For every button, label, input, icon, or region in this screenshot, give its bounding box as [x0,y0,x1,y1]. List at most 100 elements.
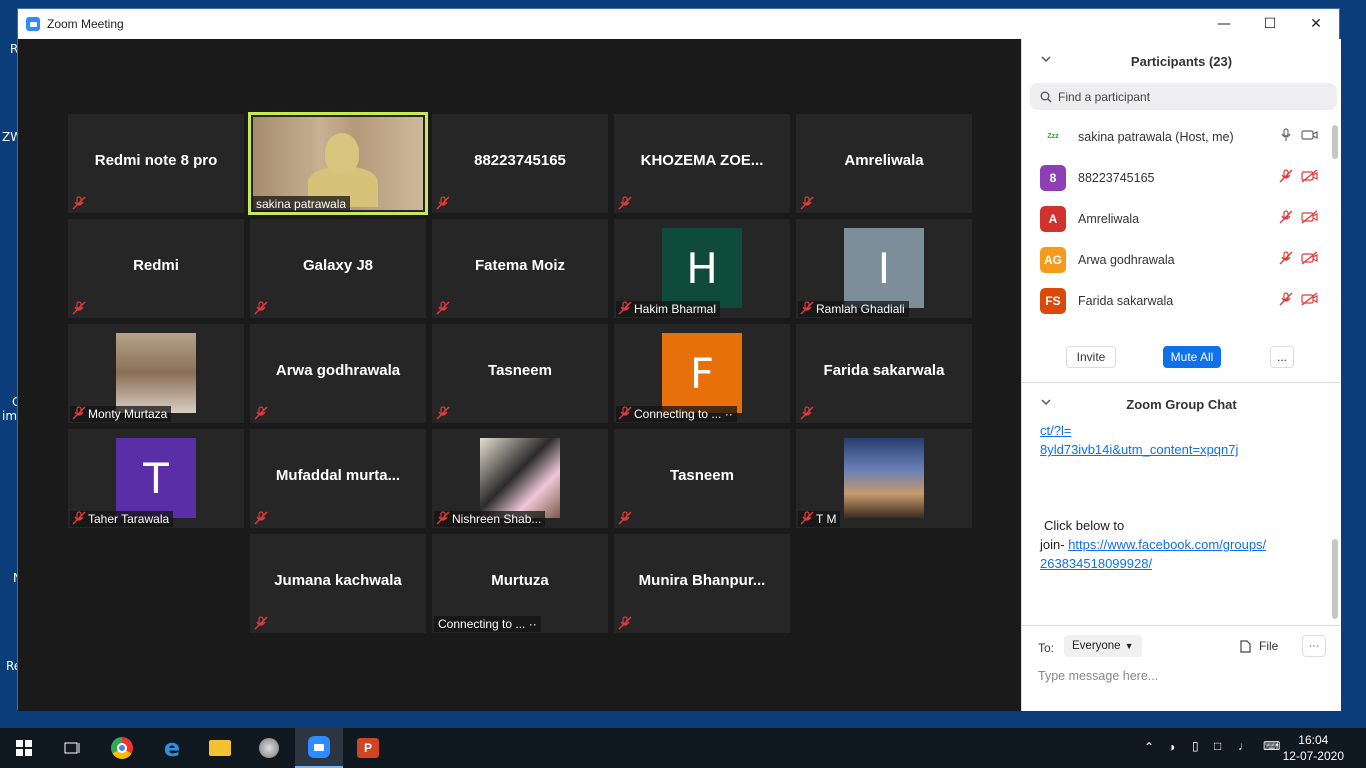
participant-row[interactable]: Zzz sakina patrawala (Host, me) [1022,116,1341,157]
participant-name: Tasneem [488,362,552,379]
participant-search[interactable]: Find a participant [1030,83,1337,110]
video-tile[interactable]: Jumana kachwala [250,534,426,633]
camera-off-icon[interactable] [1301,292,1319,311]
close-button[interactable]: ✕ [1293,9,1339,39]
camera-off-icon[interactable] [1301,210,1319,229]
zoom-taskbar-button[interactable] [295,728,343,768]
muted-mic-icon [800,406,814,420]
microphone-icon[interactable] [1279,128,1293,147]
powerpoint-taskbar-button[interactable]: P [344,728,392,768]
video-tile[interactable]: T Taher Tarawala [68,429,244,528]
task-view-button[interactable] [48,728,96,768]
video-tile[interactable]: Nishreen Shab... [432,429,608,528]
muted-mic-icon[interactable] [1279,251,1293,270]
chat-more-button[interactable]: ··· [1302,635,1326,657]
file-button[interactable]: File [1240,639,1278,653]
media-taskbar-button[interactable] [245,728,293,768]
edge-icon: e [163,734,181,762]
muted-mic-icon [800,196,814,210]
video-tile[interactable]: 88223745165 [432,114,608,213]
zoom-window: Zoom Meeting — ☐ ✕ Redmi note 8 pro sakin… [17,8,1341,711]
powerpoint-icon: P [357,738,379,758]
file-explorer-taskbar-button[interactable] [196,728,244,768]
participant-avatar: Zzz [1040,123,1066,150]
title-bar: Zoom Meeting — ☐ ✕ [18,9,1339,39]
start-button[interactable] [0,728,48,768]
participant-avatar: H [662,228,742,308]
devices-icon[interactable]: □ [1214,739,1221,753]
camera-off-icon[interactable] [1301,251,1319,270]
to-label: To: [1038,641,1055,655]
participant-name: Connecting to ... [634,407,722,421]
muted-mic-icon[interactable] [1279,210,1293,229]
chevron-down-icon[interactable] [1040,53,1052,65]
chat-link[interactable]: 8yld73ivb14i&utm_content=xpqn7j [1040,442,1238,457]
video-tile[interactable]: Murtuza Connecting to ... ·· [432,534,608,633]
facebook-link[interactable]: https://www.facebook.com/groups/ [1068,537,1266,552]
connecting-text: Connecting to ... [438,617,526,631]
chevron-down-icon: ▼ [1124,641,1134,651]
camera-off-icon[interactable] [1301,169,1319,188]
participant-row[interactable]: 8 88223745165 [1022,157,1341,198]
participant-avatar: F [662,333,742,413]
facebook-link[interactable]: 263834518099928/ [1040,556,1152,571]
video-tile[interactable]: Galaxy J8 [250,219,426,318]
participant-row[interactable]: A Amreliwala [1022,198,1341,239]
video-tile[interactable]: Monty Murtaza [68,324,244,423]
edge-taskbar-button[interactable]: e [148,728,196,768]
mute-all-button[interactable]: Mute All [1163,346,1221,368]
recipient-value: Everyone [1072,640,1121,652]
participants-scrollbar[interactable] [1332,125,1338,159]
video-tile[interactable]: Farida sakarwala [796,324,972,423]
video-tile[interactable]: Redmi [68,219,244,318]
muted-mic-icon [618,511,632,525]
show-hidden-icons-icon[interactable]: ⌃ [1144,740,1154,754]
chat-header: Zoom Group Chat [1022,382,1341,426]
video-tile[interactable]: Fatema Moiz [432,219,608,318]
muted-mic-icon[interactable] [1279,292,1293,311]
participant-row[interactable]: FS Farida sakarwala [1022,280,1341,321]
network-icon[interactable]: ◑ [1168,740,1175,754]
video-tile[interactable]: I Ramlah Ghadiali [796,219,972,318]
video-tile[interactable]: Redmi note 8 pro [68,114,244,213]
participant-name: Jumana kachwala [274,572,402,589]
message-input[interactable]: Type message here... [1038,669,1158,683]
muted-mic-icon[interactable] [1279,169,1293,188]
participants-title: Participants (23) [1130,53,1233,69]
video-tile[interactable]: Munira Bhanpur... [614,534,790,633]
muted-mic-icon [72,196,86,210]
maximize-button[interactable]: ☐ [1247,9,1293,39]
chat-scrollbar[interactable] [1332,539,1338,619]
video-tile[interactable]: H Hakim Bharmal [614,219,790,318]
camera-icon[interactable] [1301,128,1319,147]
video-tile[interactable]: T M [796,429,972,528]
participant-name: Taher Tarawala [88,512,170,526]
video-tile[interactable]: F Connecting to ... ·· [614,324,790,423]
video-tile[interactable]: Mufaddal murta... [250,429,426,528]
video-tile[interactable]: sakina patrawala [248,112,428,215]
chrome-taskbar-button[interactable] [98,728,146,768]
video-tile[interactable]: KHOZEMA ZOE... [614,114,790,213]
muted-mic-icon [72,406,86,420]
minimize-button[interactable]: — [1201,9,1247,39]
participant-name: sakina patrawala [256,197,347,211]
participant-row[interactable]: AG Arwa godhrawala [1022,239,1341,280]
chat-messages: ct/?l= 8yld73ivb14i&utm_content=xpqn7j [1040,421,1320,459]
participant-name: Galaxy J8 [302,257,374,274]
recipient-select[interactable]: Everyone ▼ [1064,635,1142,657]
video-tile[interactable]: Tasneem [432,324,608,423]
video-tile[interactable]: Tasneem [614,429,790,528]
volume-icon[interactable]: ♩ [1238,739,1250,753]
chevron-down-icon[interactable] [1040,396,1052,408]
invite-button[interactable]: Invite [1066,346,1116,368]
participant-name: Tasneem [670,467,734,484]
more-options-button[interactable]: ... [1270,346,1294,368]
chat-link[interactable]: ct/?l= [1040,423,1071,438]
search-input[interactable]: Find a participant [1058,90,1150,104]
keyboard-icon[interactable]: ⌨ [1263,739,1280,753]
video-tile[interactable]: Amreliwala [796,114,972,213]
clock[interactable]: 16:04 12-07-2020 [1283,732,1344,764]
battery-icon[interactable]: ▯ [1192,739,1199,753]
muted-mic-icon [800,511,814,525]
video-tile[interactable]: Arwa godhrawala [250,324,426,423]
